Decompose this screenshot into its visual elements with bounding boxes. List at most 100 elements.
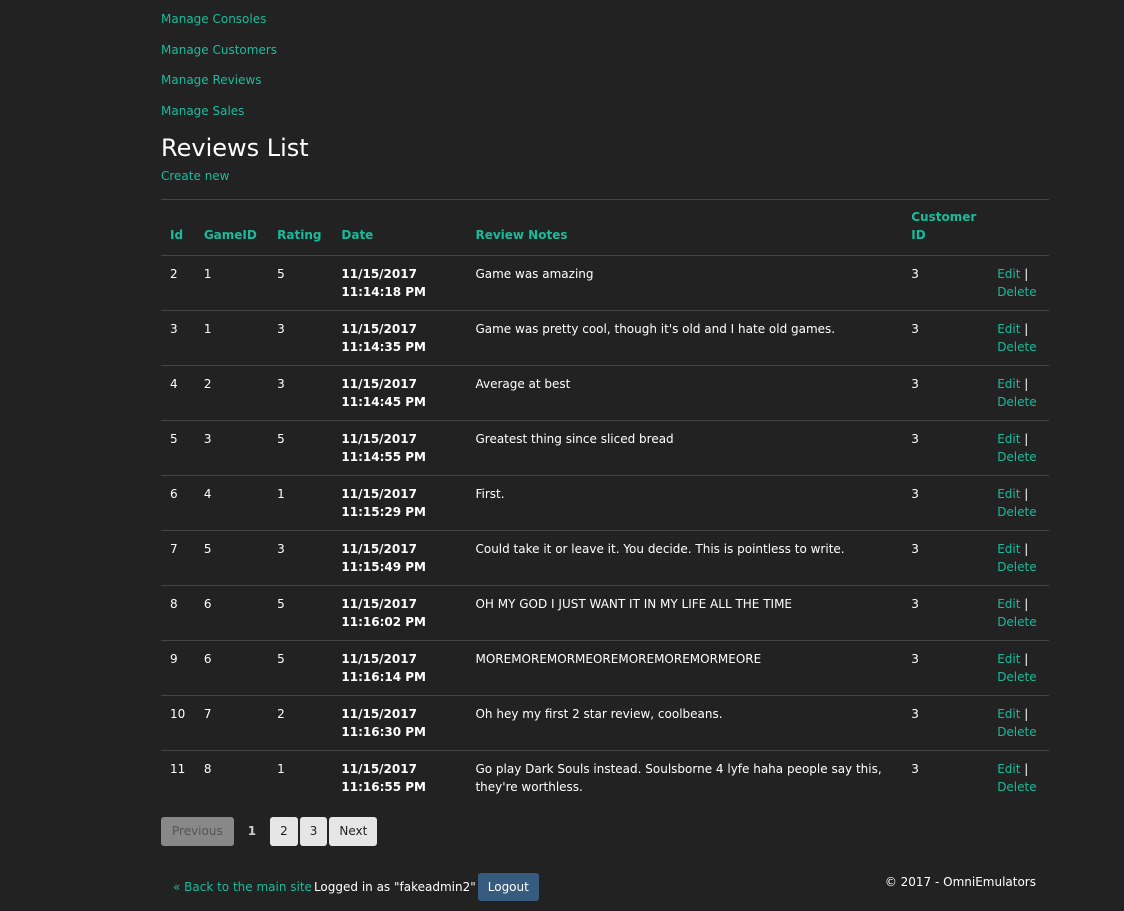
cell-customer-id: 3 bbox=[902, 530, 989, 586]
table-row: 8 6 5 11/15/2017 11:16:02 PM OH MY GOD I JUS… bbox=[161, 585, 1049, 641]
delete-link[interactable]: Delete bbox=[997, 725, 1036, 739]
action-separator: | bbox=[1024, 432, 1029, 446]
edit-link[interactable]: Edit bbox=[997, 322, 1020, 336]
manage-consoles-link[interactable]: Manage Consoles bbox=[161, 11, 1049, 42]
cell-rating: 1 bbox=[268, 475, 333, 531]
cell-date: 11/15/2017 11:16:55 PM bbox=[341, 762, 426, 794]
footer-left: « Back to the main site Logged in as "fa… bbox=[173, 873, 539, 901]
cell-rating: 3 bbox=[268, 310, 333, 366]
cell-actions: Edit | Delete bbox=[988, 585, 1049, 641]
cell-date: 11/15/2017 11:14:18 PM bbox=[332, 255, 467, 311]
edit-link[interactable]: Edit bbox=[997, 487, 1020, 501]
table-row: 6 4 1 11/15/2017 11:15:29 PM First. 3 Edit | De… bbox=[161, 475, 1049, 531]
table-row: 2 1 5 11/15/2017 11:14:18 PM Game was amazin… bbox=[161, 255, 1049, 311]
cell-date: 11/15/2017 11:16:30 PM bbox=[332, 695, 467, 751]
cell-game-id: 7 bbox=[194, 695, 269, 751]
next-page-button[interactable]: Next bbox=[329, 817, 378, 846]
delete-link[interactable]: Delete bbox=[997, 615, 1036, 629]
logged-in-text: Logged in as "fakeadmin2" bbox=[313, 880, 476, 894]
action-separator: | bbox=[1024, 762, 1029, 776]
reviews-table: Id GameID Rating Date Review Notes Custo… bbox=[161, 199, 1049, 806]
cell-review-notes: Oh hey my first 2 star review, coolbeans… bbox=[466, 695, 903, 751]
delete-link[interactable]: Delete bbox=[997, 395, 1036, 409]
action-separator: | bbox=[1024, 597, 1029, 611]
create-new-link[interactable]: Create new bbox=[161, 168, 230, 185]
edit-link[interactable]: Edit bbox=[997, 432, 1020, 446]
cell-customer-id: 3 bbox=[902, 695, 989, 751]
table-row: 3 1 3 11/15/2017 11:14:35 PM Game was pretty… bbox=[161, 310, 1049, 366]
cell-review-notes: First. bbox=[466, 475, 903, 531]
manage-reviews-link[interactable]: Manage Reviews bbox=[161, 72, 1049, 103]
cell-game-id: 1 bbox=[194, 255, 269, 311]
column-header-customer-id: Customer ID bbox=[902, 199, 989, 256]
cell-id: 5 bbox=[161, 420, 195, 476]
cell-review-notes: OH MY GOD I JUST WANT IT IN MY LIFE ALL … bbox=[466, 585, 903, 641]
cell-date: 11/15/2017 11:14:55 PM bbox=[332, 420, 467, 476]
cell-game-id: 5 bbox=[194, 530, 269, 586]
page-2-button[interactable]: 2 bbox=[270, 817, 298, 846]
page-1-current: 1 bbox=[247, 824, 257, 838]
action-separator: | bbox=[1024, 652, 1029, 666]
edit-link[interactable]: Edit bbox=[997, 707, 1020, 721]
cell-game-id: 6 bbox=[194, 640, 269, 696]
cell-customer-id: 3 bbox=[902, 365, 989, 421]
edit-link[interactable]: Edit bbox=[997, 652, 1020, 666]
delete-link[interactable]: Delete bbox=[997, 505, 1036, 519]
edit-link[interactable]: Edit bbox=[997, 597, 1020, 611]
table-header-row: Id GameID Rating Date Review Notes Custo… bbox=[161, 199, 1049, 256]
delete-link[interactable]: Delete bbox=[997, 340, 1036, 354]
logout-button[interactable]: Logout bbox=[477, 873, 539, 901]
cell-review-notes: Greatest thing since sliced bread bbox=[466, 420, 903, 476]
cell-id: 7 bbox=[161, 530, 195, 586]
cell-review-notes: MOREMOREMORMEOREMOREMOREMORMEORE bbox=[466, 640, 903, 696]
column-header-game-id: GameID bbox=[194, 199, 269, 256]
delete-link[interactable]: Delete bbox=[997, 285, 1036, 299]
cell-customer-id: 3 bbox=[902, 420, 989, 476]
cell-actions: Edit | Delete bbox=[988, 640, 1049, 696]
cell-actions: Edit | Delete bbox=[988, 420, 1049, 476]
cell-review-notes: Game was amazing bbox=[466, 255, 903, 311]
cell-actions: Edit | Delete bbox=[988, 365, 1049, 421]
cell-review-notes: Game was pretty cool, though it's old an… bbox=[466, 310, 903, 366]
cell-actions: Edit | Delete bbox=[988, 695, 1049, 751]
cell-actions: Edit | Delete bbox=[988, 310, 1049, 366]
back-to-main-site-link[interactable]: « Back to the main site bbox=[173, 880, 312, 894]
manage-sales-link[interactable]: Manage Sales bbox=[161, 103, 1049, 134]
column-header-actions bbox=[988, 199, 1049, 256]
cell-actions: Edit | Delete bbox=[988, 530, 1049, 586]
edit-link[interactable]: Edit bbox=[997, 377, 1020, 391]
manage-customers-link[interactable]: Manage Customers bbox=[161, 42, 1049, 73]
action-separator: | bbox=[1024, 267, 1029, 281]
cell-id: 8 bbox=[161, 585, 195, 641]
cell-date: 11/15/2017 11:15:29 PM bbox=[332, 475, 467, 531]
page-title: Reviews List bbox=[161, 134, 309, 162]
admin-nav: Manage Consoles Manage Customers Manage … bbox=[161, 11, 1049, 133]
edit-link[interactable]: Edit bbox=[997, 542, 1020, 556]
cell-rating: 3 bbox=[268, 530, 333, 586]
cell-rating: 5 bbox=[268, 585, 333, 641]
table-row: 4 2 3 11/15/2017 11:14:45 PM Average at best… bbox=[161, 365, 1049, 421]
delete-link[interactable]: Delete bbox=[997, 780, 1036, 794]
edit-link[interactable]: Edit bbox=[997, 267, 1020, 281]
cell-actions: Edit | Delete bbox=[988, 475, 1049, 531]
page-3-button[interactable]: 3 bbox=[299, 817, 328, 846]
action-separator: | bbox=[1024, 707, 1029, 721]
edit-link[interactable]: Edit bbox=[997, 762, 1020, 776]
cell-game-id: 6 bbox=[194, 585, 269, 641]
cell-customer-id: 3 bbox=[902, 475, 989, 531]
delete-link[interactable]: Delete bbox=[997, 560, 1036, 574]
cell-date: 11/15/2017 11:15:49 PM bbox=[332, 530, 467, 586]
cell-review-notes: Go play Dark Souls instead. Soulsborne 4… bbox=[475, 762, 882, 794]
cell-date: 11/15/2017 11:14:45 PM bbox=[332, 365, 467, 421]
main-container: Manage Consoles Manage Customers Manage … bbox=[161, 0, 1049, 901]
cell-date: 11/15/2017 11:14:35 PM bbox=[332, 310, 467, 366]
cell-review-notes: Average at best bbox=[466, 365, 903, 421]
table-row: 9 6 5 11/15/2017 11:16:14 PM MOREMOREMORMEOR… bbox=[161, 640, 1049, 696]
delete-link[interactable]: Delete bbox=[997, 670, 1036, 684]
cell-actions: Edit | Delete bbox=[988, 751, 1049, 806]
delete-link[interactable]: Delete bbox=[997, 450, 1036, 464]
pagination: Previous 1 2 3 Next bbox=[161, 817, 378, 846]
cell-rating: 1 bbox=[277, 762, 285, 776]
cell-date: 11/15/2017 11:16:14 PM bbox=[332, 640, 467, 696]
cell-actions: Edit | Delete bbox=[988, 255, 1049, 311]
